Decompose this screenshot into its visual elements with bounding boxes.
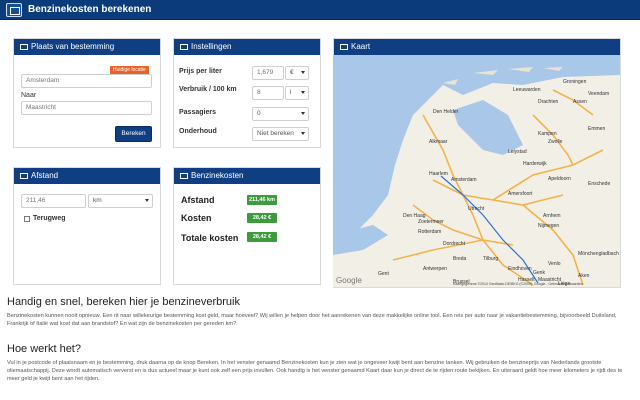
city-label: Groningen <box>563 79 587 85</box>
return-label: Terugweg <box>33 215 66 222</box>
map-panel-header: Kaart <box>334 39 620 55</box>
price-unit-select[interactable]: € <box>285 66 309 80</box>
road-icon <box>20 173 28 179</box>
settings-panel: Instellingen Prijs per liter 1,679 € Ver… <box>173 38 321 148</box>
top-navbar: Benzinekosten berekenen <box>0 0 640 20</box>
distance-unit-select[interactable]: km <box>88 194 153 208</box>
city-label: Venlo <box>548 261 561 267</box>
passengers-label: Passagiers <box>179 109 216 116</box>
ijsselmeer <box>453 100 523 155</box>
city-label: Nijmegen <box>538 223 559 229</box>
calculate-button[interactable]: Bereken <box>115 126 152 142</box>
pin-icon <box>20 44 28 50</box>
result-total-value: 28,42 € <box>247 232 277 242</box>
distance-input[interactable]: 211,46 <box>21 194 86 208</box>
city-label: Rotterdam <box>418 229 441 235</box>
distance-panel-title: Afstand <box>31 171 59 180</box>
map-copyright: Kaartgegevens ©2014 GeoBasis-DE/BKG (©20… <box>453 282 583 286</box>
maintenance-select[interactable]: Niet bereken <box>252 127 309 141</box>
return-checkbox[interactable] <box>24 216 30 222</box>
city-label: Zoetermeer <box>418 219 444 225</box>
map-icon <box>340 44 348 50</box>
destination-panel: Plaats van bestemming Huidige locatie Am… <box>13 38 161 148</box>
costs-panel: Benzinekosten Afstand 211,46 km Kosten 2… <box>173 167 321 285</box>
city-label: Harderwijk <box>523 161 547 167</box>
city-label: Dordrecht <box>443 241 466 247</box>
sliders-icon <box>180 44 188 50</box>
city-label: Gent <box>378 271 389 277</box>
result-distance-label: Afstand <box>181 195 215 205</box>
map-canvas[interactable]: Groningen Leeuwarden Assen Drachten Emme… <box>333 55 620 287</box>
from-input[interactable]: Amsterdam <box>21 74 152 88</box>
usage-label: Verbruik / 100 km <box>179 86 237 93</box>
city-label: Apeldoorn <box>548 176 571 182</box>
city-label: Drachten <box>538 99 559 105</box>
city-label: Haarlem <box>429 171 448 177</box>
city-label: Enschede <box>588 181 610 187</box>
distance-panel: Afstand 211,46 km Terugweg <box>13 167 161 285</box>
city-label: Aken <box>578 273 590 279</box>
city-label: Arnhem <box>543 213 561 219</box>
city-label: Leeuwarden <box>513 87 541 93</box>
intro-heading: Handig en snel, bereken hier je benzinev… <box>7 296 240 308</box>
price-label: Prijs per liter <box>179 68 222 75</box>
passengers-value: 0 <box>257 110 261 117</box>
maintenance-label: Onderhoud <box>179 128 217 135</box>
city-label: Genk <box>533 270 545 276</box>
fuel-icon <box>180 173 188 179</box>
settings-panel-header: Instellingen <box>174 39 320 55</box>
destination-panel-header: Plaats van bestemming <box>14 39 160 55</box>
city-label: Veendam <box>588 91 609 97</box>
maintenance-value: Niet bereken <box>257 130 294 137</box>
price-input[interactable]: 1,679 <box>252 66 284 80</box>
usage-unit-value: l <box>290 89 292 96</box>
distance-panel-header: Afstand <box>14 168 160 184</box>
app-title[interactable]: Benzinekosten berekenen <box>28 3 151 17</box>
passengers-select[interactable]: 0 <box>252 107 309 121</box>
intro-text: Benzinekosten kunnen nooit opnieuw. Een … <box>7 313 617 327</box>
chevron-down-icon <box>301 132 305 135</box>
chevron-down-icon <box>301 71 305 74</box>
city-label: Emmen <box>588 126 605 132</box>
city-label: Lelystad <box>508 149 527 155</box>
distance-unit-value: km <box>93 197 102 204</box>
chevron-down-icon <box>301 91 305 94</box>
result-costs-label: Kosten <box>181 213 212 223</box>
google-logo: Google <box>336 276 362 285</box>
result-costs-value: 28,42 € <box>247 213 277 223</box>
usage-input[interactable]: 8 <box>252 86 284 100</box>
city-label: Assen <box>573 99 587 105</box>
costs-panel-header: Benzinekosten <box>174 168 320 184</box>
destination-panel-title: Plaats van bestemming <box>31 42 115 51</box>
usage-unit-select[interactable]: l <box>285 86 309 100</box>
city-label: Eindhoven <box>508 266 532 272</box>
city-label: Mönchengladbach <box>578 251 619 257</box>
city-label: Tilburg <box>483 256 498 262</box>
to-input[interactable]: Maastricht <box>21 101 152 115</box>
settings-panel-title: Instellingen <box>191 42 232 51</box>
city-label: Utrecht <box>468 206 485 212</box>
to-label: Naar <box>21 92 37 99</box>
map-view[interactable]: Groningen Leeuwarden Assen Drachten Emme… <box>333 55 620 287</box>
city-label: Amsterdam <box>451 177 477 183</box>
city-label: Alkmaar <box>429 139 448 145</box>
chevron-down-icon <box>145 199 149 202</box>
home-icon[interactable] <box>6 3 22 17</box>
result-distance-value: 211,46 km <box>247 195 277 205</box>
city-label: Den Helder <box>433 109 459 115</box>
city-label: Antwerpen <box>423 266 447 272</box>
city-label: Amersfoort <box>508 191 533 197</box>
city-label: Zwolle <box>548 139 563 145</box>
chevron-down-icon <box>301 112 305 115</box>
map-panel-title: Kaart <box>351 42 371 51</box>
costs-panel-title: Benzinekosten <box>191 171 244 180</box>
howto-text: Vul in je postcode of plaatsnaam en je b… <box>7 360 623 382</box>
price-unit-value: € <box>290 69 294 76</box>
city-label: Breda <box>453 256 467 262</box>
howto-heading: Hoe werkt het? <box>7 343 81 355</box>
result-total-label: Totale kosten <box>181 233 239 243</box>
city-label: Kampen <box>538 131 557 137</box>
